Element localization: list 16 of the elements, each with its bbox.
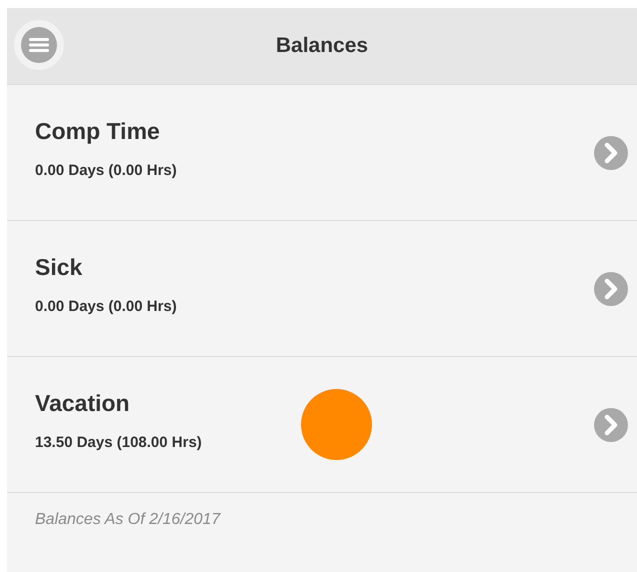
- balance-row[interactable]: Sick 0.00 Days (0.00 Hrs): [7, 221, 637, 357]
- balance-amount: 0.00 Days (0.00 Hrs): [35, 162, 177, 179]
- balance-name: Vacation: [35, 390, 131, 417]
- chevron-icon: [594, 136, 628, 170]
- chevron-icon: [594, 408, 628, 442]
- balance-amount: 0.00 Days (0.00 Hrs): [35, 298, 177, 315]
- balance-name: Comp Time: [35, 118, 161, 145]
- balance-row[interactable]: Comp Time 0.00 Days (0.00 Hrs): [7, 85, 637, 221]
- menu-button[interactable]: [14, 20, 64, 70]
- balance-name: Sick: [35, 254, 84, 281]
- menu-icon: [19, 25, 59, 65]
- header-title: Balances: [274, 34, 370, 58]
- balance-amount: 13.50 Days (108.00 Hrs): [35, 434, 202, 451]
- chevron-icon: [594, 272, 628, 306]
- footer-note: Balances As Of 2/16/2017: [35, 511, 222, 529]
- balance-row[interactable]: Vacation 13.50 Days (108.00 Hrs): [7, 357, 637, 493]
